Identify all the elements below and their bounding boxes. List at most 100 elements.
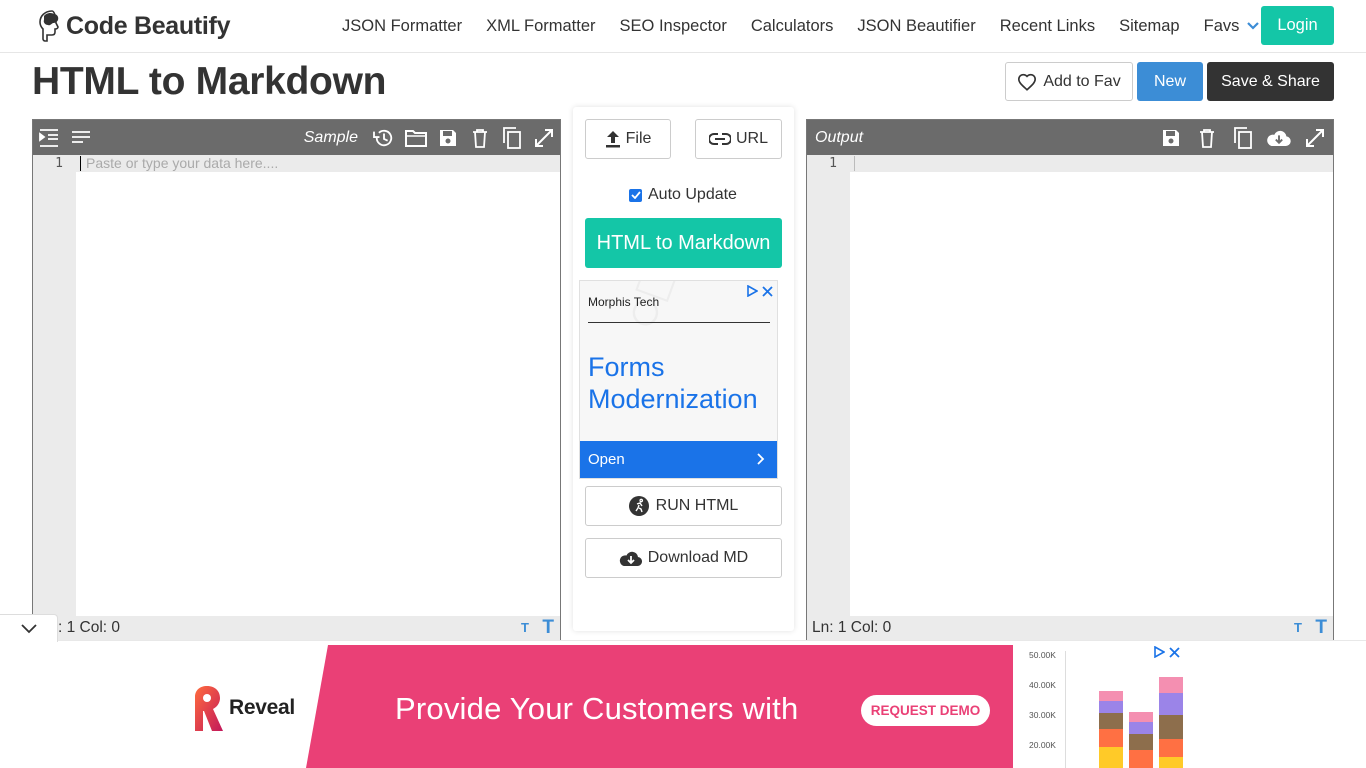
chart-bar-segment (1159, 693, 1183, 715)
collapse-ad-button[interactable] (0, 614, 58, 642)
nav-favs-dropdown[interactable]: Favs (1192, 17, 1272, 36)
line-number: 1 (55, 156, 63, 171)
copy-icon[interactable] (496, 120, 528, 155)
reveal-logo-icon (195, 686, 223, 731)
nav-link-xml-formatter[interactable]: XML Formatter (474, 17, 607, 36)
brain-head-icon (39, 10, 59, 42)
open-folder-icon[interactable] (400, 120, 432, 155)
active-line-highlight (850, 155, 1333, 172)
chevron-down-icon (1247, 22, 1260, 30)
input-editor-tools: Sample (304, 120, 560, 155)
nav-link-json-formatter[interactable]: JSON Formatter (330, 17, 474, 36)
check-icon (630, 191, 641, 199)
run-html-label: RUN HTML (655, 497, 739, 514)
ad-close-icon[interactable] (1169, 645, 1180, 663)
brand-logo-link[interactable]: Code Beautify (36, 8, 230, 44)
chart-bar-segment (1099, 701, 1123, 713)
nav-links: JSON Formatter XML Formatter SEO Inspect… (330, 0, 1271, 52)
nav-link-recent-links[interactable]: Recent Links (988, 17, 1107, 36)
chart-bar-segment (1099, 747, 1123, 768)
input-editor-body[interactable]: 1 Paste or type your data here.... (33, 155, 560, 616)
login-button[interactable]: Login (1261, 6, 1334, 45)
url-button[interactable]: URL (695, 119, 782, 159)
chart-bar-segment (1159, 757, 1183, 768)
reveal-logo: Reveal (193, 685, 295, 731)
ad-close-icon[interactable] (762, 284, 773, 302)
history-icon[interactable] (368, 120, 400, 155)
chart-bar-segment (1129, 722, 1153, 734)
fullscreen-icon[interactable] (528, 120, 560, 155)
convert-html-to-markdown-button[interactable]: HTML to Markdown (585, 218, 782, 268)
copy-icon[interactable] (1225, 120, 1261, 155)
file-button-label: File (625, 130, 652, 147)
output-editor-body[interactable]: 1 (807, 155, 1333, 616)
top-navbar: Code Beautify JSON Formatter XML Formatt… (0, 0, 1366, 53)
auto-update-toggle[interactable]: Auto Update (629, 186, 737, 204)
ad-play-icon (1153, 645, 1166, 663)
run-icon (628, 496, 649, 516)
font-size-increase-icon[interactable]: T (1315, 616, 1327, 640)
indent-icon[interactable] (33, 120, 65, 155)
font-size-decrease-icon[interactable]: T (521, 616, 529, 640)
input-editor-toolbar: Sample (33, 120, 560, 155)
ad-headline-line-2: Modernization (588, 384, 758, 414)
auto-update-label: Auto Update (648, 186, 737, 203)
sample-link[interactable]: Sample (304, 129, 358, 147)
fullscreen-icon[interactable] (1297, 120, 1333, 155)
chart-bar-segment (1129, 712, 1153, 722)
chart-tick: 20.00K (1029, 740, 1056, 750)
nav-link-json-beautifier[interactable]: JSON Beautifier (845, 17, 987, 36)
ad-play-icon (746, 284, 759, 302)
bottom-advertisement[interactable]: Reveal Provide Your Customers with REQUE… (181, 645, 1186, 768)
download-md-button[interactable]: Download MD (585, 538, 782, 578)
ad-tagline: Provide Your Customers with (395, 691, 799, 726)
output-editor-statusbar: Ln: 1 Col: 0 T T (807, 616, 1333, 640)
add-to-fav-label: Add to Fav (1043, 72, 1121, 90)
ad-open-button[interactable]: Open (580, 441, 777, 478)
chart-bar-segment (1159, 677, 1183, 693)
chevron-right-icon (757, 453, 765, 465)
cloud-download-icon (619, 551, 642, 566)
file-upload-button[interactable]: File (585, 119, 671, 159)
save-share-button[interactable]: Save & Share (1207, 62, 1334, 101)
cloud-download-icon[interactable] (1261, 120, 1297, 155)
page-title: HTML to Markdown (32, 60, 387, 103)
delete-icon[interactable] (1189, 120, 1225, 155)
nav-link-seo-inspector[interactable]: SEO Inspector (608, 17, 739, 36)
delete-icon[interactable] (464, 120, 496, 155)
reveal-brand-name: Reveal (229, 696, 295, 719)
nav-link-calculators[interactable]: Calculators (739, 17, 846, 36)
input-editor-statusbar: : 1 Col: 0 T T (33, 616, 560, 640)
ad-headline-line-1: Forms (588, 352, 665, 382)
chart-bar-segment (1099, 713, 1123, 729)
save-icon[interactable] (1153, 120, 1189, 155)
new-button[interactable]: New (1137, 62, 1203, 101)
font-size-decrease-icon[interactable]: T (1294, 616, 1302, 640)
chart-bar-segment (1099, 691, 1123, 701)
ad-divider (588, 322, 770, 323)
ad-choices[interactable] (742, 284, 773, 302)
url-button-label: URL (735, 130, 768, 147)
ad-open-label: Open (588, 451, 625, 468)
auto-update-checkbox[interactable] (629, 188, 642, 202)
chart-tick: 50.00K (1029, 650, 1056, 660)
output-editor: Output 1 Ln: 1 Col: 0 T T (806, 119, 1334, 641)
chart-tick: 40.00K (1029, 680, 1056, 690)
chart-axis (1065, 651, 1066, 768)
side-advertisement[interactable]: ○□ Morphis Tech Forms Modernization Open (579, 280, 778, 479)
minify-icon[interactable] (65, 120, 97, 155)
run-html-button[interactable]: RUN HTML (585, 486, 782, 526)
save-icon[interactable] (432, 120, 464, 155)
chart-bar-segment (1159, 739, 1183, 757)
chart-tick: 30.00K (1029, 710, 1056, 720)
add-to-fav-button[interactable]: Add to Fav (1005, 62, 1133, 101)
request-demo-button[interactable]: REQUEST DEMO (861, 695, 990, 726)
font-size-increase-icon[interactable]: T (542, 616, 554, 640)
output-editor-toolbar: Output (807, 120, 1333, 155)
chevron-down-icon (20, 623, 37, 633)
line-gutter: 1 (33, 155, 76, 616)
ad-choices[interactable] (1149, 645, 1180, 663)
nav-link-sitemap[interactable]: Sitemap (1107, 17, 1192, 36)
chart-bar-segment (1099, 729, 1123, 747)
ad-headline: Forms Modernization (588, 351, 758, 415)
